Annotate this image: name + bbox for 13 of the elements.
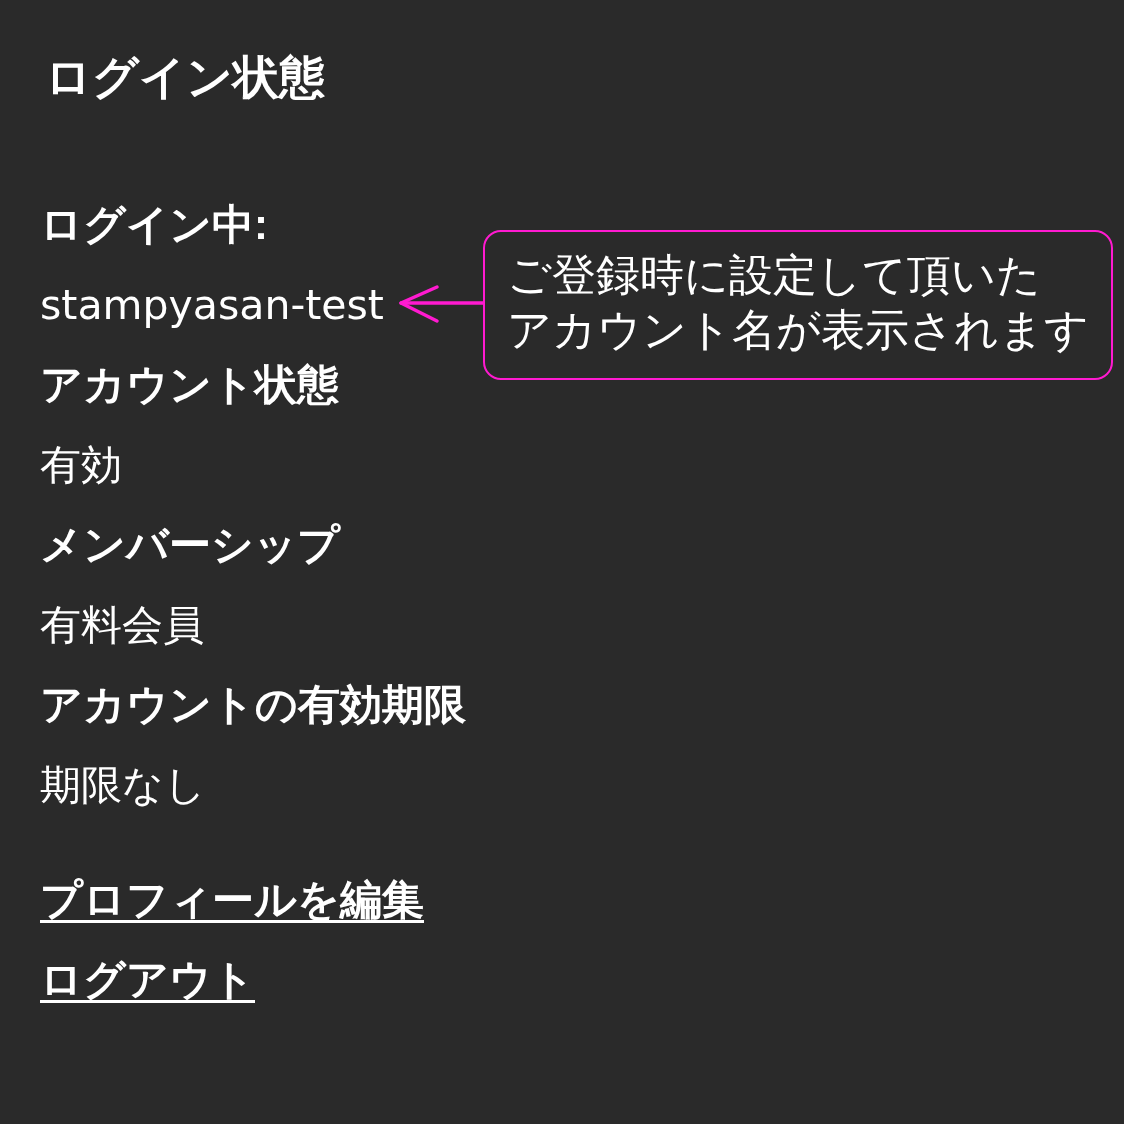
page-title: ログイン状態 — [45, 50, 325, 105]
field-value: stampyasan-test — [40, 280, 384, 331]
field-label: アカウント状態 — [40, 360, 339, 410]
field-label: アカウントの有効期限 — [40, 680, 466, 730]
field-label: メンバーシップ — [40, 520, 340, 570]
text-link[interactable]: ログアウト — [40, 940, 255, 1020]
field-value: 有料会員 — [40, 600, 204, 651]
callout-text: アカウント名が表示されます — [507, 303, 1089, 357]
text-link[interactable]: プロフィールを編集 — [40, 860, 424, 940]
field-value: 期限なし — [40, 760, 206, 811]
field-value: 有効 — [40, 440, 122, 491]
field-label: ログイン中: — [40, 200, 268, 250]
callout-text: ご登録時に設定して頂いた — [507, 248, 1041, 302]
